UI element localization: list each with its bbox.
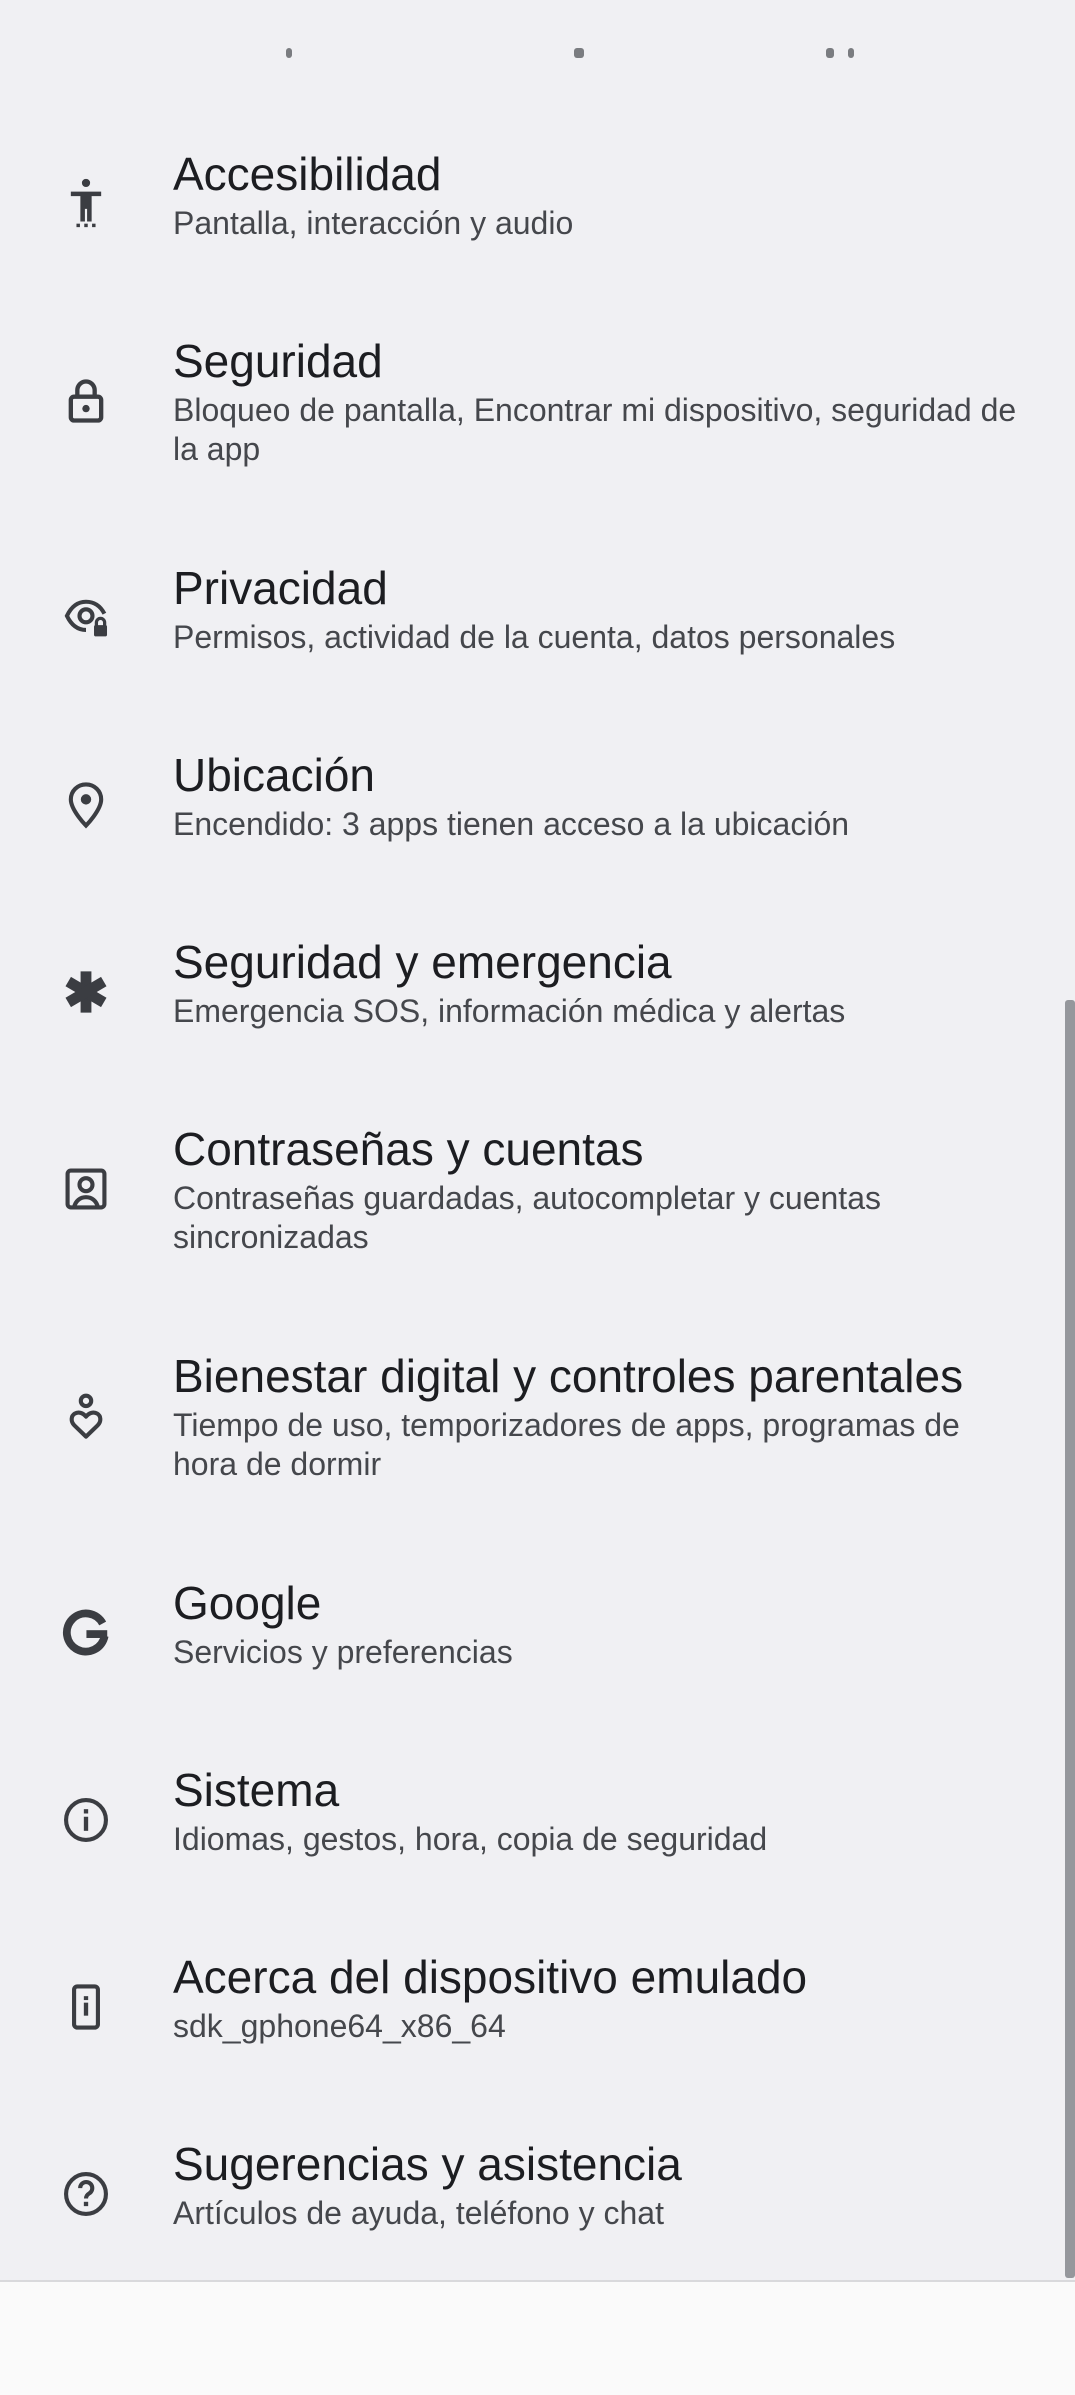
- location-pin-icon: [54, 773, 118, 837]
- settings-item-subtitle: Encendido: 3 apps tienen acceso a la ubi…: [173, 806, 850, 842]
- settings-list: Accesibilidad Pantalla, interacción y au…: [0, 0, 1075, 2280]
- settings-item-title: Accesibilidad: [173, 148, 442, 200]
- settings-item-title: Seguridad: [173, 335, 383, 387]
- wellbeing-heart-icon: [54, 1384, 118, 1448]
- settings-item-subtitle: Artículos de ayuda, teléfono y chat: [173, 2195, 664, 2231]
- settings-item-security[interactable]: Seguridad Bloqueo de pantalla, Encontrar…: [0, 327, 1060, 487]
- settings-item-subtitle: Contraseñas guardadas, autocompletar y c…: [173, 1180, 881, 1255]
- settings-item-title: Sistema: [173, 1764, 340, 1816]
- phone-info-icon: [54, 1975, 118, 2039]
- settings-item-subtitle: Servicios y preferencias: [173, 1634, 513, 1670]
- settings-item-subtitle: Pantalla, interacción y audio: [173, 205, 574, 241]
- settings-item-passwords-accounts[interactable]: Contraseñas y cuentas Contraseñas guarda…: [0, 1115, 1060, 1275]
- info-icon: [54, 1788, 118, 1852]
- privacy-eye-lock-icon: [54, 586, 118, 650]
- scrollbar[interactable]: [1065, 1000, 1075, 2278]
- partially-visible-row: [0, 0, 1075, 60]
- google-g-icon: [54, 1601, 118, 1665]
- settings-item-title: Seguridad y emergencia: [173, 936, 672, 988]
- settings-item-title: Privacidad: [173, 562, 388, 614]
- accessibility-icon: [54, 170, 118, 234]
- settings-item-title: Ubicación: [173, 749, 375, 801]
- asterisk-emergency-icon: [54, 960, 118, 1024]
- settings-item-subtitle: Tiempo de uso, temporizadores de apps, p…: [173, 1407, 960, 1482]
- settings-item-title: Google: [173, 1577, 322, 1629]
- settings-item-title: Bienestar digital y controles parentales: [173, 1350, 964, 1402]
- account-box-icon: [54, 1157, 118, 1221]
- settings-item-title: Sugerencias y asistencia: [173, 2138, 682, 2190]
- settings-item-subtitle: Bloqueo de pantalla, Encontrar mi dispos…: [173, 392, 1017, 467]
- settings-item-accessibility[interactable]: Accesibilidad Pantalla, interacción y au…: [0, 140, 1060, 260]
- settings-item-subtitle: Permisos, actividad de la cuenta, datos …: [173, 619, 896, 655]
- bottom-bar: [0, 2280, 1075, 2395]
- settings-item-title: Acerca del dispositivo emulado: [173, 1951, 808, 2003]
- settings-item-title: Contraseñas y cuentas: [173, 1123, 644, 1175]
- lock-icon: [54, 369, 118, 433]
- settings-item-privacy[interactable]: Privacidad Permisos, actividad de la cue…: [0, 554, 1060, 674]
- settings-item-subtitle: Idiomas, gestos, hora, copia de segurida…: [173, 1821, 768, 1857]
- settings-item-subtitle: sdk_gphone64_x86_64: [173, 2008, 506, 2044]
- settings-item-location[interactable]: Ubicación Encendido: 3 apps tienen acces…: [0, 741, 1060, 861]
- settings-item-digital-wellbeing[interactable]: Bienestar digital y controles parentales…: [0, 1342, 1060, 1502]
- settings-item-about-device[interactable]: Acerca del dispositivo emulado sdk_gphon…: [0, 1943, 1060, 2063]
- settings-item-system[interactable]: Sistema Idiomas, gestos, hora, copia de …: [0, 1756, 1060, 1876]
- settings-item-subtitle: Emergencia SOS, información médica y ale…: [173, 993, 846, 1029]
- settings-item-safety-emergency[interactable]: Seguridad y emergencia Emergencia SOS, i…: [0, 928, 1060, 1048]
- settings-item-google[interactable]: Google Servicios y preferencias: [0, 1569, 1060, 1689]
- settings-item-help[interactable]: Sugerencias y asistencia Artículos de ay…: [0, 2130, 1060, 2250]
- help-icon: [54, 2162, 118, 2226]
